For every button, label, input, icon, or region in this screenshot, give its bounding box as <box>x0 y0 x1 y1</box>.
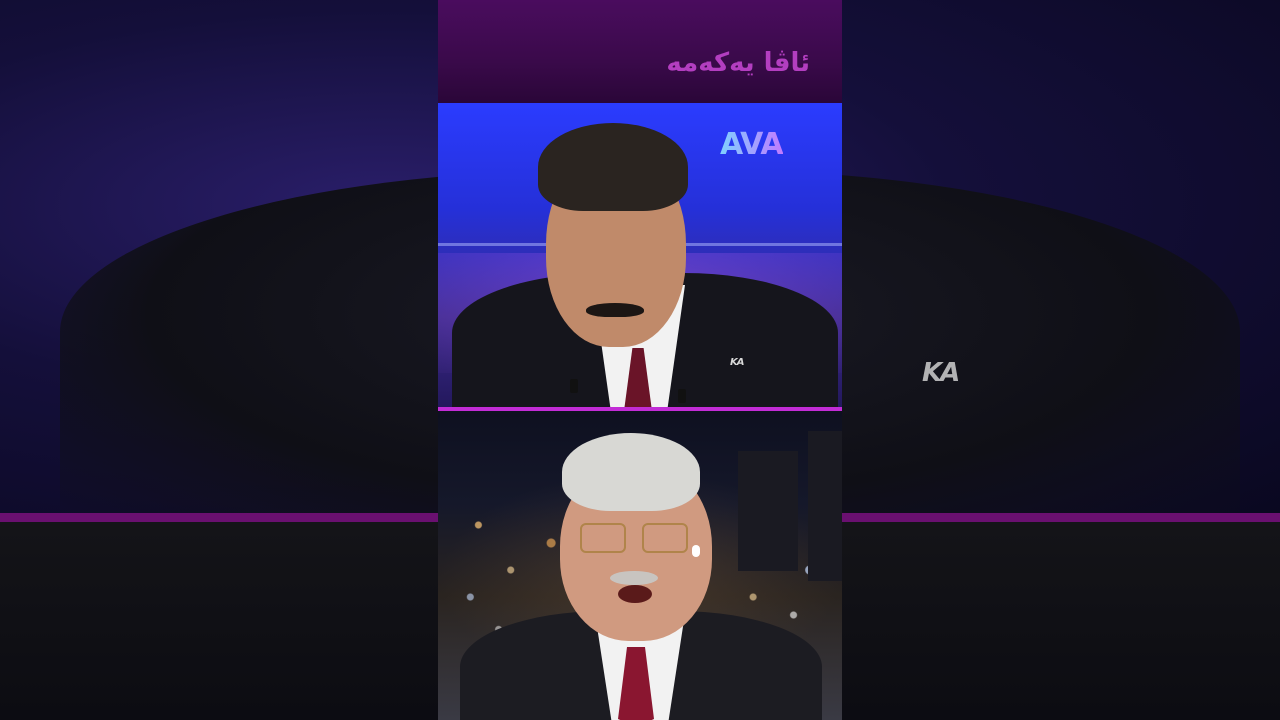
presenter-mic-left <box>570 379 578 393</box>
guest-mouth <box>618 585 652 603</box>
presenter-mustache <box>586 303 644 317</box>
guest-glasses-left <box>580 523 626 553</box>
title-bar: ئاڤا یەکەمە <box>438 0 842 103</box>
presenter-panel: AVA KA <box>438 103 842 409</box>
background-lapel-pin: KA <box>922 358 960 388</box>
channel-logo: AVA <box>720 127 784 162</box>
video-frame[interactable]: ئاڤا یەکەمە AVA KA <box>438 0 842 720</box>
presenter-mic-right <box>678 389 686 403</box>
program-title: ئاڤا یەکەمە <box>666 48 810 78</box>
presenter-hair <box>538 123 688 211</box>
guest-glasses-right <box>642 523 688 553</box>
presenter-lapel-pin: KA <box>730 357 744 368</box>
backdrop-building <box>738 451 798 571</box>
guest-panel <box>438 411 842 720</box>
guest-mustache <box>610 571 658 585</box>
guest-hair <box>562 433 700 511</box>
earbud-icon <box>692 545 700 557</box>
backdrop-building <box>808 431 842 581</box>
